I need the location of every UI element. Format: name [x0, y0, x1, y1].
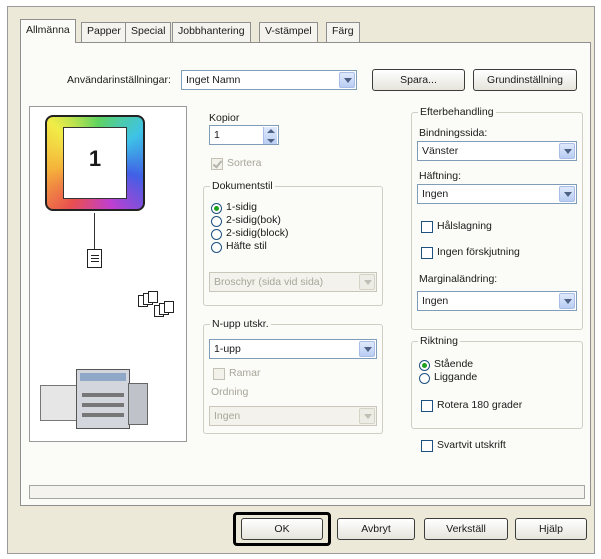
chevron-down-icon[interactable]: [359, 408, 375, 424]
rotate-180-label: Rotera 180 grader: [437, 399, 523, 411]
radio-booklet[interactable]: [211, 242, 222, 253]
binding-label: Bindningssida:: [419, 127, 488, 139]
ok-button[interactable]: OK: [241, 518, 323, 540]
margin-shift-value: Ingen: [422, 295, 449, 307]
print-properties-dialog: Allmänna Papper Special Jobbhantering V-…: [7, 6, 595, 554]
user-settings-select[interactable]: Inget Namn: [181, 70, 357, 90]
radio-2-sided-tablet[interactable]: [211, 229, 222, 240]
user-settings-value: Inget Namn: [186, 74, 241, 86]
binding-value: Vänster: [422, 145, 459, 157]
no-offset-checkbox[interactable]: [421, 247, 433, 259]
page-number: 1: [88, 146, 102, 171]
finishing-title: Efterbehandling: [418, 106, 496, 118]
punch-checkbox[interactable]: [421, 221, 433, 233]
collate-pages-icon: [138, 291, 178, 319]
chevron-down-icon[interactable]: [559, 186, 575, 202]
option-booklet-label: Häfte stil: [226, 240, 267, 252]
punch-label: Hålslagning: [437, 220, 492, 232]
chevron-down-icon[interactable]: [359, 274, 375, 290]
order-value: Ingen: [214, 410, 241, 422]
landscape-label: Liggande: [434, 371, 478, 383]
tab-jobbhantering[interactable]: Jobbhantering: [172, 22, 251, 42]
page-sheet: 1: [63, 127, 127, 199]
margin-shift-label: Marginaländring:: [419, 273, 498, 285]
tab-farg[interactable]: Färg: [326, 22, 360, 42]
booklet-layout-select[interactable]: Broschyr (sida vid sida): [209, 272, 377, 292]
border-checkbox[interactable]: [213, 368, 225, 380]
copies-value: 1: [214, 129, 220, 141]
preview-panel: 1: [29, 106, 187, 442]
copies-spinner[interactable]: 1: [209, 125, 279, 145]
order-select[interactable]: Ingen: [209, 406, 377, 426]
collate-checkbox[interactable]: [211, 158, 223, 170]
option-2-sided-tablet-label: 2-sidig(block): [226, 227, 289, 239]
booklet-layout-value: Broschyr (sida vid sida): [214, 276, 324, 288]
printer-icon: [38, 363, 152, 435]
copies-label: Kopior: [209, 112, 240, 124]
page-preview: 1: [45, 115, 145, 211]
border-label: Ramar: [229, 367, 261, 379]
tab-papper[interactable]: Papper: [81, 22, 127, 42]
bw-print-checkbox[interactable]: [421, 440, 433, 452]
order-label: Ordning: [211, 386, 249, 398]
rotate-180-checkbox[interactable]: [421, 400, 433, 412]
tab-special[interactable]: Special: [125, 22, 172, 42]
default-settings-button[interactable]: Grundinställning: [473, 69, 577, 91]
collate-label: Sortera: [227, 157, 262, 169]
portrait-label: Stående: [434, 358, 474, 370]
chevron-down-icon[interactable]: [559, 143, 575, 159]
stapling-select[interactable]: Ingen: [417, 184, 577, 204]
spinner-arrows-icon[interactable]: [263, 127, 277, 144]
orientation-title: Riktning: [418, 335, 460, 347]
save-button[interactable]: Spara...: [372, 69, 465, 91]
document-style-title: Dokumentstil: [210, 180, 275, 192]
chevron-down-icon[interactable]: [559, 293, 575, 309]
radio-1-sided[interactable]: [211, 203, 222, 214]
user-settings-label: Användarinställningar:: [67, 74, 171, 86]
connector-line: [94, 213, 95, 249]
radio-landscape[interactable]: [419, 373, 430, 384]
option-1-sided-label: 1-sidig: [226, 201, 257, 213]
bw-print-label: Svartvit utskrift: [437, 439, 506, 451]
apply-button[interactable]: Verkställ: [424, 518, 508, 540]
radio-portrait[interactable]: [419, 360, 430, 371]
document-icon: [87, 249, 102, 268]
no-offset-label: Ingen förskjutning: [437, 246, 520, 258]
tab-panel-allmanna: Användarinställningar: Inget Namn Spara.…: [20, 42, 591, 506]
orientation-group: Riktning: [411, 335, 583, 429]
stapling-label: Häftning:: [419, 170, 462, 182]
option-2-sided-book-label: 2-sidig(bok): [226, 214, 281, 226]
chevron-down-icon[interactable]: [339, 72, 355, 88]
status-bar: [29, 485, 585, 499]
n-up-value: 1-upp: [214, 343, 241, 355]
n-up-title: N-upp utskr.: [210, 318, 271, 330]
tab-allmanna[interactable]: Allmänna: [20, 19, 76, 43]
n-up-select[interactable]: 1-upp: [209, 339, 377, 359]
stapling-value: Ingen: [422, 188, 449, 200]
tab-v-stampel[interactable]: V-stämpel: [259, 22, 318, 42]
cancel-button[interactable]: Avbryt: [337, 518, 415, 540]
help-button[interactable]: Hjälp: [515, 518, 587, 540]
chevron-down-icon[interactable]: [359, 341, 375, 357]
margin-shift-select[interactable]: Ingen: [417, 291, 577, 311]
binding-select[interactable]: Vänster: [417, 141, 577, 161]
radio-2-sided-book[interactable]: [211, 216, 222, 227]
